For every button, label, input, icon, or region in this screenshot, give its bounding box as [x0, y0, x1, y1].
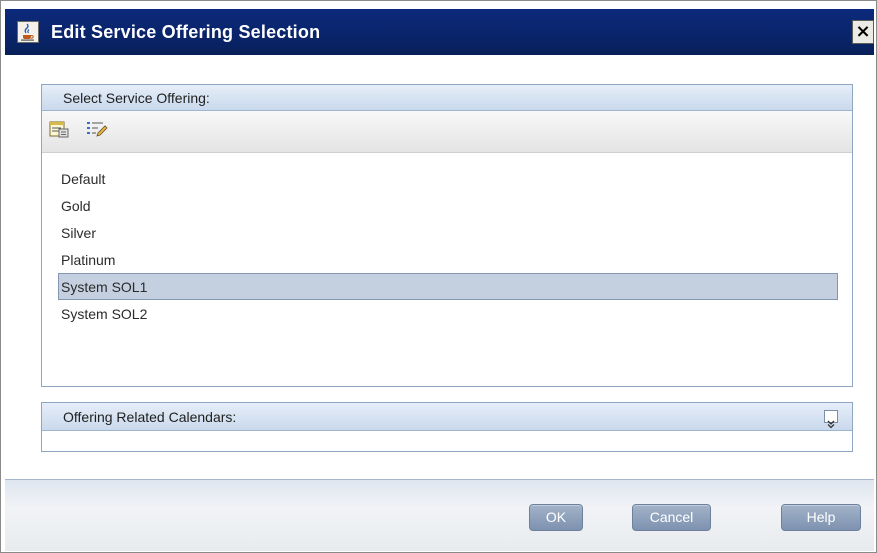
edit-list-button[interactable] [85, 118, 109, 140]
close-icon: × [855, 21, 871, 42]
properties-icon [49, 121, 69, 138]
edit-service-offering-dialog: Edit Service Offering Selection × Select… [0, 0, 877, 553]
offering-related-calendars-header[interactable]: Offering Related Calendars: [42, 403, 852, 431]
title-bar[interactable]: Edit Service Offering Selection × [5, 9, 874, 55]
calendars-header-label: Offering Related Calendars: [63, 409, 237, 425]
list-item[interactable]: Silver [58, 219, 838, 246]
edit-list-icon [87, 122, 108, 137]
list-item[interactable]: System SOL2 [58, 300, 838, 327]
dialog-footer: OK Cancel Help [5, 479, 874, 551]
double-chevron-down-icon [827, 420, 835, 429]
ok-button[interactable]: OK [529, 504, 583, 531]
offering-related-calendars-panel: Offering Related Calendars: [41, 402, 853, 452]
list-item[interactable]: Default [58, 165, 838, 192]
select-service-offering-panel: Select Service Offering: Default Gold Si… [41, 84, 853, 387]
service-offering-list: Default Gold Silver Platinum System SOL1… [58, 165, 838, 327]
java-cup-icon [17, 21, 39, 43]
list-item-selected[interactable]: System SOL1 [58, 273, 838, 300]
expand-button[interactable] [824, 410, 838, 429]
list-item[interactable]: Platinum [58, 246, 838, 273]
select-service-offering-header: Select Service Offering: [42, 85, 852, 111]
list-item[interactable]: Gold [58, 192, 838, 219]
properties-button[interactable] [47, 118, 71, 140]
close-button[interactable]: × [852, 20, 874, 44]
dialog-title: Edit Service Offering Selection [51, 22, 321, 42]
help-button[interactable]: Help [781, 504, 861, 531]
cancel-button[interactable]: Cancel [632, 504, 711, 531]
panel-toolbar [42, 111, 852, 153]
